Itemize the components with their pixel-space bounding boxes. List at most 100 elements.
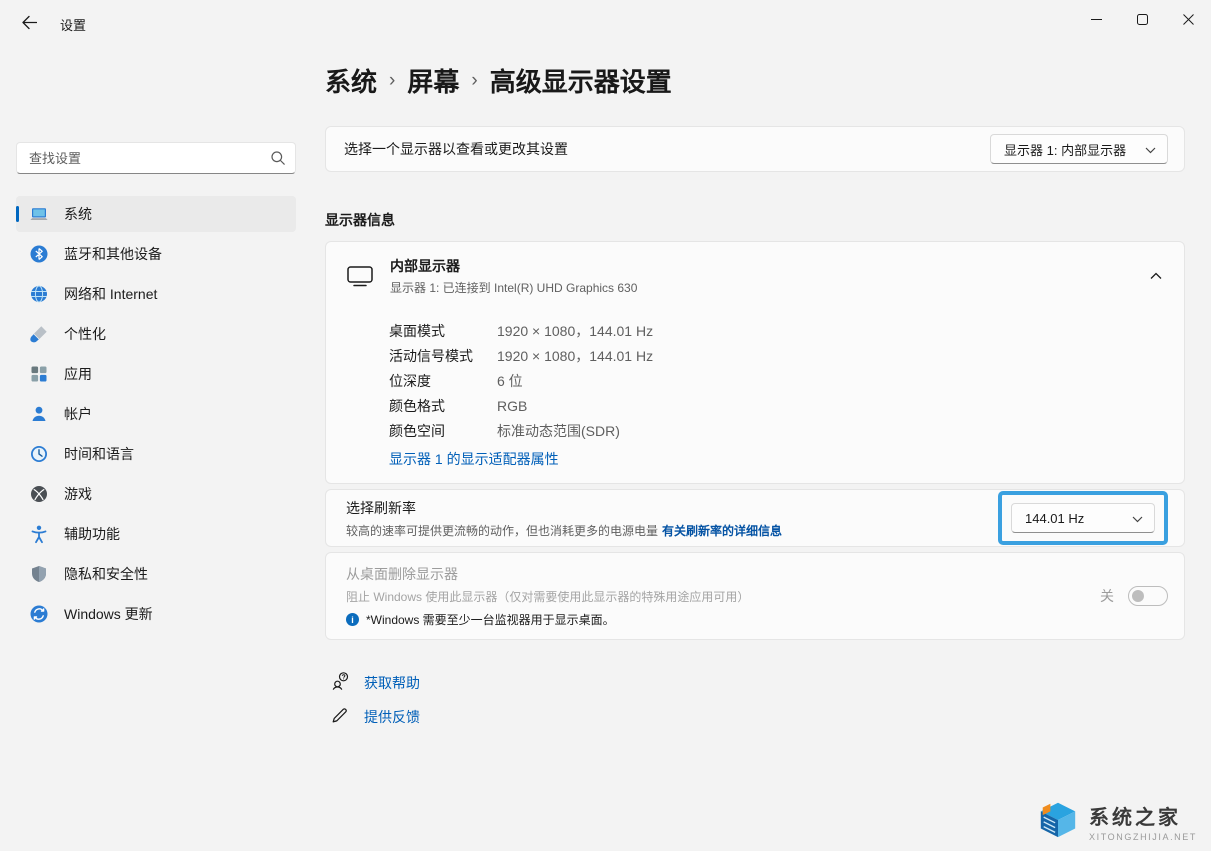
display-adapter-properties-link[interactable]: 显示器 1 的显示适配器属性 [389, 449, 559, 469]
give-feedback-label: 提供反馈 [364, 707, 420, 727]
sidebar-item-apps[interactable]: 应用 [16, 356, 296, 392]
section-title-display-info: 显示器信息 [325, 210, 1185, 230]
refresh-rate-description-text: 较高的速率可提供更流畅的动作，但也消耗更多的电源电量 [346, 524, 658, 538]
sidebar: 系统 蓝牙和其他设备 网络和 Internet 个性化 [0, 48, 312, 851]
sidebar-item-windows-update[interactable]: Windows 更新 [16, 596, 296, 632]
breadcrumb: 系统 › 屏幕 › 高级显示器设置 [325, 62, 1185, 98]
search-icon[interactable] [270, 150, 286, 171]
sidebar-item-bluetooth[interactable]: 蓝牙和其他设备 [16, 236, 296, 272]
detail-label: 桌面模式 [389, 321, 497, 341]
display-info-title: 内部显示器 [390, 256, 637, 276]
refresh-rate-description: 较高的速率可提供更流畅的动作，但也消耗更多的电源电量有关刷新率的详细信息 [346, 522, 782, 539]
chevron-down-icon [1132, 511, 1143, 526]
system-icon [29, 204, 49, 224]
footer-links: 获取帮助 提供反馈 [325, 670, 1185, 730]
refresh-rate-title: 选择刷新率 [346, 498, 782, 518]
sidebar-item-label: 帐户 [64, 404, 92, 424]
accessibility-person-icon [29, 524, 49, 544]
remove-display-card: 从桌面删除显示器 阻止 Windows 使用此显示器（仅对需要使用此显示器的特殊… [325, 552, 1185, 640]
watermark-url: XITONGZHIJIA.NET [1089, 832, 1197, 842]
remove-display-text: 从桌面删除显示器 阻止 Windows 使用此显示器（仅对需要使用此显示器的特殊… [346, 564, 749, 628]
detail-row-bit-depth: 位深度 6 位 [389, 368, 1168, 393]
search-input[interactable] [17, 143, 295, 173]
detail-value: 1920 × 1080，144.01 Hz [497, 346, 653, 366]
detail-label: 位深度 [389, 371, 497, 391]
chevron-up-icon[interactable] [1150, 272, 1162, 280]
settings-window: 设置 系统 [0, 0, 1211, 851]
sidebar-item-accessibility[interactable]: 辅助功能 [16, 516, 296, 552]
sidebar-item-label: 辅助功能 [64, 524, 120, 544]
xbox-gaming-icon [29, 484, 49, 504]
detail-row-desktop-mode: 桌面模式 1920 × 1080，144.01 Hz [389, 318, 1168, 343]
windows-update-icon [29, 604, 49, 624]
breadcrumb-system[interactable]: 系统 [325, 62, 377, 99]
refresh-rate-dropdown[interactable]: 144.01 Hz [1011, 503, 1155, 533]
back-arrow-icon [21, 15, 37, 33]
close-icon [1183, 14, 1194, 25]
monitor-select-card: 选择一个显示器以查看或更改其设置 显示器 1: 内部显示器 [325, 126, 1185, 172]
back-button[interactable] [12, 9, 46, 39]
apps-grid-icon [29, 364, 49, 384]
detail-label: 颜色格式 [389, 396, 497, 416]
toggle-knob [1132, 590, 1144, 602]
shield-icon [29, 564, 49, 584]
detail-label: 颜色空间 [389, 421, 497, 441]
display-info-titles: 内部显示器 显示器 1: 已连接到 Intel(R) UHD Graphics … [390, 256, 637, 296]
remove-display-note: i *Windows 需要至少一台监视器用于显示桌面。 [346, 611, 749, 628]
refresh-rate-info-link[interactable]: 有关刷新率的详细信息 [662, 524, 782, 538]
monitor-select-label: 选择一个显示器以查看或更改其设置 [344, 139, 568, 159]
personalization-brush-icon [29, 324, 49, 344]
breadcrumb-display[interactable]: 屏幕 [407, 62, 459, 99]
sidebar-item-label: 蓝牙和其他设备 [64, 244, 162, 264]
monitor-icon [346, 264, 374, 288]
remove-display-description: 阻止 Windows 使用此显示器（仅对需要使用此显示器的特殊用途应用可用） [346, 588, 749, 605]
feedback-pen-icon [330, 705, 350, 730]
sidebar-item-label: 时间和语言 [64, 444, 134, 464]
detail-row-color-format: 颜色格式 RGB [389, 393, 1168, 418]
info-icon: i [346, 613, 359, 626]
sidebar-item-label: Windows 更新 [64, 604, 153, 624]
watermark: 系统之家 XITONGZHIJIA.NET [1035, 798, 1197, 845]
get-help-link[interactable]: 获取帮助 [330, 670, 1185, 696]
display-info-header[interactable]: 内部显示器 显示器 1: 已连接到 Intel(R) UHD Graphics … [326, 242, 1184, 310]
detail-label: 活动信号模式 [389, 346, 497, 366]
main-content: 系统 › 屏幕 › 高级显示器设置 选择一个显示器以查看或更改其设置 显示器 1… [325, 48, 1185, 738]
get-help-label: 获取帮助 [364, 673, 420, 693]
sidebar-item-network[interactable]: 网络和 Internet [16, 276, 296, 312]
sidebar-item-label: 应用 [64, 364, 92, 384]
detail-value: 标准动态范围(SDR) [497, 421, 620, 441]
page-title: 高级显示器设置 [490, 62, 672, 99]
detail-value: 6 位 [497, 371, 523, 391]
sidebar-item-time-language[interactable]: 时间和语言 [16, 436, 296, 472]
close-button[interactable] [1165, 0, 1211, 38]
xitongzhijia-logo-icon [1035, 798, 1081, 845]
search-box [16, 142, 296, 174]
sidebar-item-label: 游戏 [64, 484, 92, 504]
sidebar-item-personalization[interactable]: 个性化 [16, 316, 296, 352]
sidebar-item-privacy[interactable]: 隐私和安全性 [16, 556, 296, 592]
refresh-rate-card: 选择刷新率 较高的速率可提供更流畅的动作，但也消耗更多的电源电量有关刷新率的详细… [325, 489, 1185, 547]
toggle-state-label: 关 [1100, 586, 1114, 606]
detail-row-color-space: 颜色空间 标准动态范围(SDR) [389, 418, 1168, 443]
refresh-rate-highlight-box: 144.01 Hz [998, 491, 1168, 545]
detail-value: RGB [497, 398, 527, 414]
watermark-title: 系统之家 [1089, 801, 1197, 830]
window-controls [1073, 0, 1211, 38]
minimize-button[interactable] [1073, 0, 1119, 38]
sidebar-item-label: 个性化 [64, 324, 106, 344]
sidebar-item-gaming[interactable]: 游戏 [16, 476, 296, 512]
network-globe-icon [29, 284, 49, 304]
sidebar-nav: 系统 蓝牙和其他设备 网络和 Internet 个性化 [16, 196, 296, 632]
display-info-card: 内部显示器 显示器 1: 已连接到 Intel(R) UHD Graphics … [325, 241, 1185, 484]
monitor-select-value: 显示器 1: 内部显示器 [1004, 140, 1126, 159]
sidebar-item-system[interactable]: 系统 [16, 196, 296, 232]
minimize-icon [1091, 14, 1102, 25]
sidebar-item-accounts[interactable]: 帐户 [16, 396, 296, 432]
titlebar: 设置 [0, 0, 1211, 48]
accounts-person-icon [29, 404, 49, 424]
sidebar-item-label: 系统 [64, 204, 92, 224]
maximize-button[interactable] [1119, 0, 1165, 38]
remove-display-toggle[interactable] [1128, 586, 1168, 606]
monitor-select-dropdown[interactable]: 显示器 1: 内部显示器 [990, 134, 1168, 164]
give-feedback-link[interactable]: 提供反馈 [330, 704, 1185, 730]
